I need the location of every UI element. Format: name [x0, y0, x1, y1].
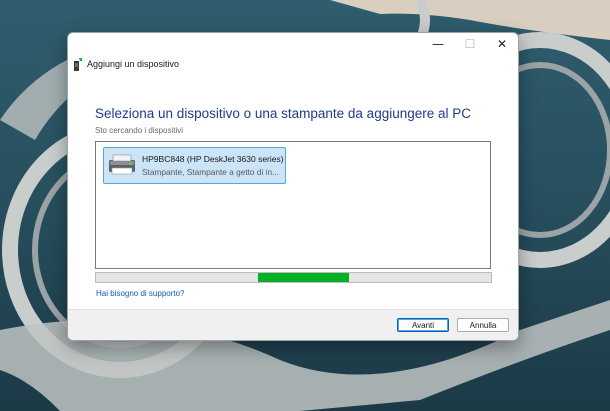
title-bar[interactable]: Aggiungi un dispositivo — ☐ ✕ [68, 33, 518, 71]
maximize-icon: ☐ [464, 37, 476, 51]
close-icon: ✕ [496, 37, 508, 51]
add-device-dialog: Aggiungi un dispositivo — ☐ ✕ Seleziona … [67, 32, 519, 341]
progress-fill [257, 273, 349, 282]
page-heading: Seleziona un dispositivo o una stampante… [95, 106, 472, 121]
device-item-hp-deskjet[interactable]: HP9BC848 (HP DeskJet 3630 series) Stampa… [103, 147, 286, 184]
search-status: Sto cercando i dispositivi [95, 126, 184, 135]
next-button[interactable]: Avanti [397, 318, 449, 332]
search-progress-bar [95, 272, 492, 283]
device-description: Stampante, Stampante a getto di in... [142, 167, 279, 177]
minimize-icon: — [432, 37, 444, 51]
device-name: HP9BC848 (HP DeskJet 3630 series) [142, 154, 284, 164]
help-link[interactable]: Hai bisogno di supporto? [96, 289, 185, 298]
minimize-button[interactable]: — [422, 33, 454, 55]
printer-icon [109, 154, 135, 175]
close-button[interactable]: ✕ [486, 33, 518, 55]
dialog-footer: Avanti Annulla [68, 309, 518, 340]
maximize-button[interactable]: ☐ [454, 33, 486, 55]
device-list[interactable]: HP9BC848 (HP DeskJet 3630 series) Stampa… [95, 141, 491, 269]
cancel-button[interactable]: Annulla [457, 318, 509, 332]
device-app-icon [74, 58, 82, 71]
window-title: Aggiungi un dispositivo [87, 59, 180, 69]
